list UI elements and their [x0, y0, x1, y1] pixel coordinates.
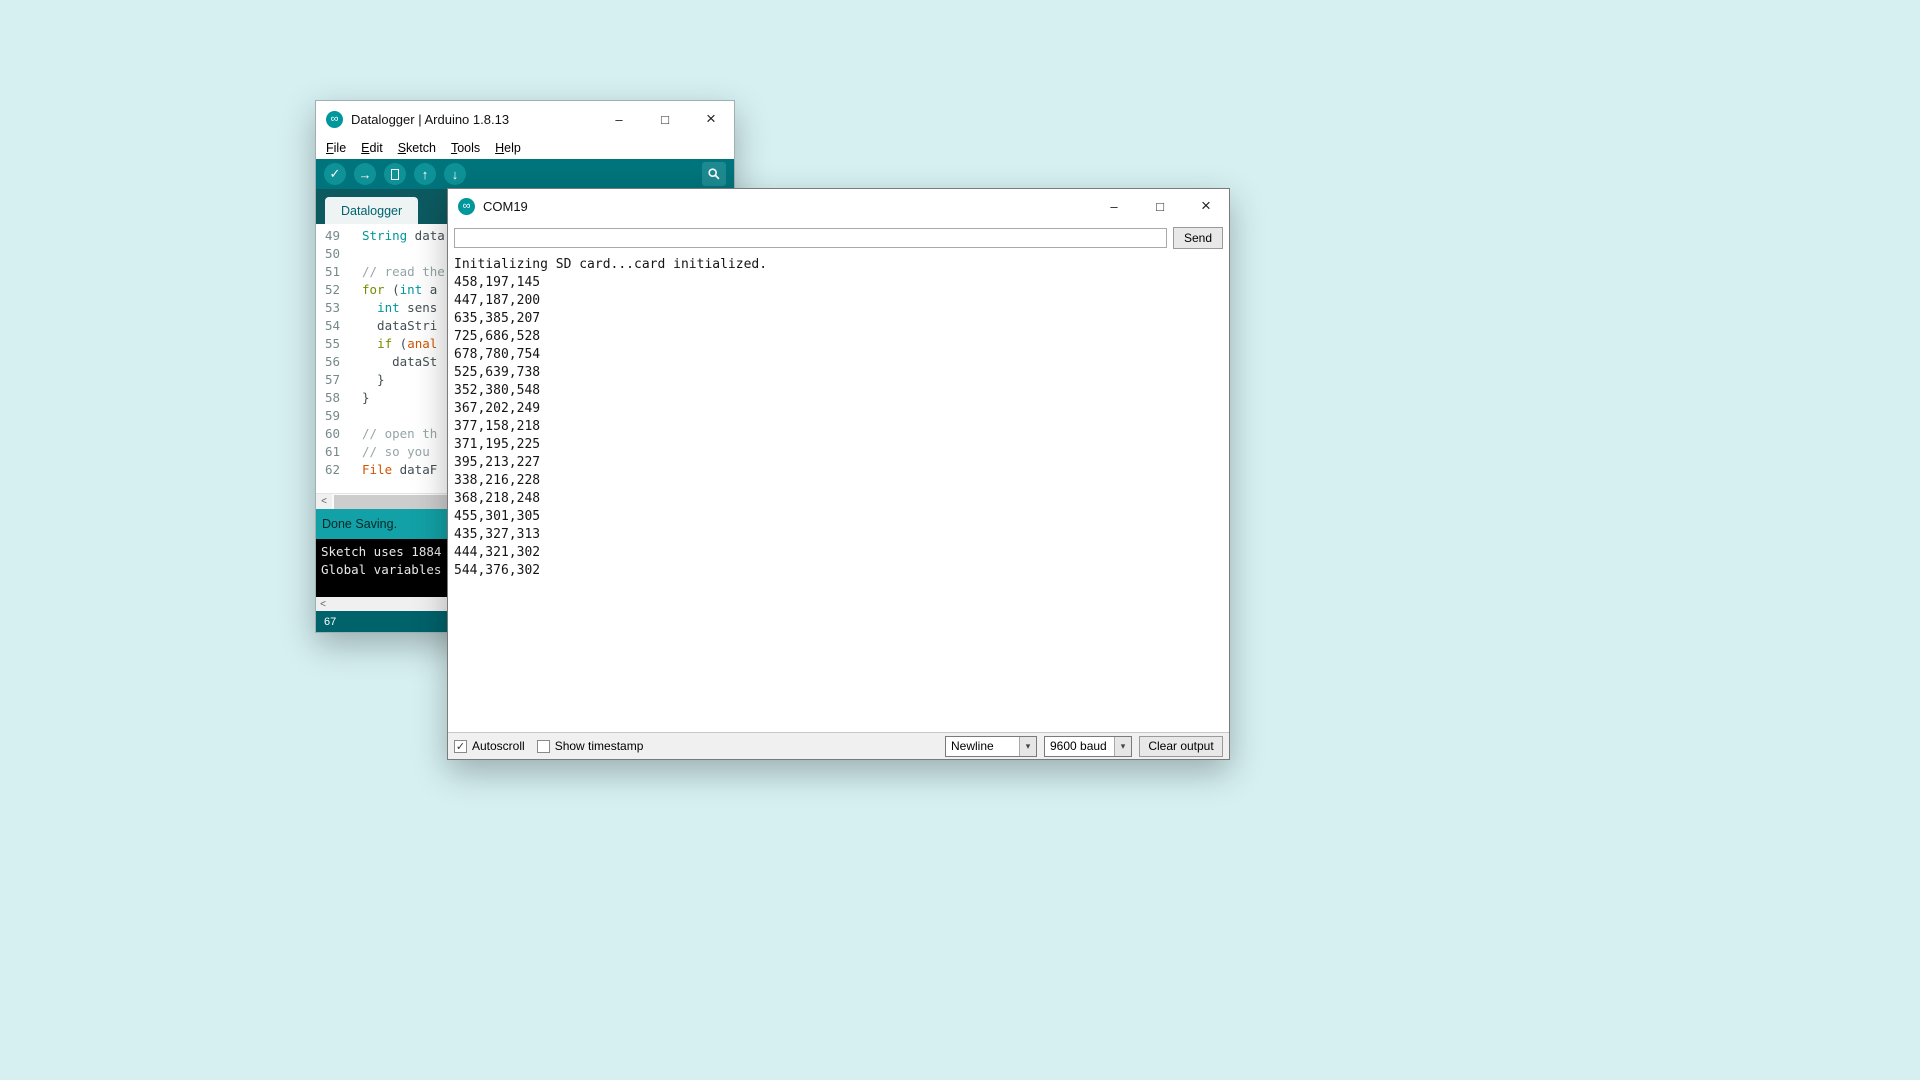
toolbar: ✓ → ↑ ↓: [316, 159, 734, 189]
serial-monitor-window: ∞ COM19 – □ × Send Initializing SD card.…: [447, 188, 1230, 760]
scroll-left-arrow-icon[interactable]: <: [316, 597, 330, 611]
serial-output-line: 447,187,200: [454, 292, 1223, 310]
line-indicator: 67: [324, 616, 336, 628]
serial-output-line: 444,321,302: [454, 544, 1223, 562]
timestamp-label: Show timestamp: [555, 739, 644, 753]
serial-output-line: 371,195,225: [454, 436, 1223, 454]
tab-datalogger[interactable]: Datalogger: [325, 197, 418, 224]
arrow-right-icon: →: [359, 167, 372, 182]
serial-output-line: 367,202,249: [454, 400, 1223, 418]
timestamp-toggle[interactable]: Show timestamp: [537, 739, 644, 753]
autoscroll-toggle[interactable]: ✓ Autoscroll: [454, 739, 525, 753]
arrow-up-icon: ↑: [422, 167, 429, 182]
serial-output-line: 635,385,207: [454, 310, 1223, 328]
arduino-window-title: Datalogger | Arduino 1.8.13: [351, 112, 509, 127]
desktop-background: ∞ Datalogger | Arduino 1.8.13 – □ × File…: [0, 0, 1920, 1080]
check-icon: ✓: [456, 740, 465, 753]
close-button[interactable]: ×: [1183, 189, 1229, 223]
send-button[interactable]: Send: [1173, 227, 1223, 249]
status-text: Done Saving.: [322, 517, 397, 531]
menu-edit[interactable]: Edit: [361, 141, 383, 155]
arduino-logo-icon: ∞: [326, 111, 343, 128]
serial-output-line: 525,639,738: [454, 364, 1223, 382]
chevron-down-icon: ▾: [1114, 737, 1131, 756]
open-button[interactable]: ↑: [414, 163, 436, 185]
baud-rate-value: 9600 baud: [1050, 739, 1107, 753]
arduino-logo-icon: ∞: [458, 198, 475, 215]
chevron-down-icon: ▾: [1019, 737, 1036, 756]
menu-file[interactable]: File: [326, 141, 346, 155]
serial-output-line: 435,327,313: [454, 526, 1223, 544]
serial-output-line: 544,376,302: [454, 562, 1223, 580]
serial-output-line: 395,213,227: [454, 454, 1223, 472]
minimize-button[interactable]: –: [596, 101, 642, 137]
menu-tools[interactable]: Tools: [451, 141, 480, 155]
line-ending-select[interactable]: Newline ▾: [945, 736, 1037, 757]
verify-button[interactable]: ✓: [324, 163, 346, 185]
magnifier-icon: [707, 167, 721, 181]
menu-bar: File Edit Sketch Tools Help: [316, 137, 734, 159]
serial-window-title: COM19: [483, 199, 528, 214]
save-button[interactable]: ↓: [444, 163, 466, 185]
check-icon: ✓: [330, 166, 341, 182]
serial-output: Initializing SD card...card initialized.…: [448, 253, 1229, 732]
scroll-left-arrow-icon[interactable]: <: [316, 494, 332, 510]
autoscroll-checkbox[interactable]: ✓: [454, 740, 467, 753]
arrow-down-icon: ↓: [452, 167, 459, 182]
maximize-button[interactable]: □: [1137, 189, 1183, 223]
serial-output-line: 458,197,145: [454, 274, 1223, 292]
new-sketch-button[interactable]: [384, 163, 406, 185]
serial-output-line: 338,216,228: [454, 472, 1223, 490]
serial-output-line: 678,780,754: [454, 346, 1223, 364]
serial-output-line: 725,686,528: [454, 328, 1223, 346]
menu-sketch[interactable]: Sketch: [398, 141, 436, 155]
arduino-title-bar[interactable]: ∞ Datalogger | Arduino 1.8.13 – □ ×: [316, 101, 734, 137]
serial-input-row: Send: [448, 223, 1229, 253]
document-icon: [391, 169, 399, 180]
serial-input[interactable]: [454, 228, 1167, 248]
close-button[interactable]: ×: [688, 101, 734, 137]
line-ending-value: Newline: [951, 739, 994, 753]
maximize-button[interactable]: □: [642, 101, 688, 137]
serial-output-line: Initializing SD card...card initialized.: [454, 256, 1223, 274]
serial-output-line: 377,158,218: [454, 418, 1223, 436]
serial-output-line: 455,301,305: [454, 508, 1223, 526]
upload-button[interactable]: →: [354, 163, 376, 185]
clear-output-button[interactable]: Clear output: [1139, 736, 1223, 757]
baud-rate-select[interactable]: 9600 baud ▾: [1044, 736, 1132, 757]
serial-bottom-bar: ✓ Autoscroll Show timestamp Newline ▾ 96…: [448, 732, 1229, 759]
autoscroll-label: Autoscroll: [472, 739, 525, 753]
serial-title-bar[interactable]: ∞ COM19 – □ ×: [448, 189, 1229, 223]
serial-monitor-button[interactable]: [702, 162, 726, 186]
serial-output-line: 368,218,248: [454, 490, 1223, 508]
menu-help[interactable]: Help: [495, 141, 521, 155]
serial-output-line: 352,380,548: [454, 382, 1223, 400]
minimize-button[interactable]: –: [1091, 189, 1137, 223]
timestamp-checkbox[interactable]: [537, 740, 550, 753]
